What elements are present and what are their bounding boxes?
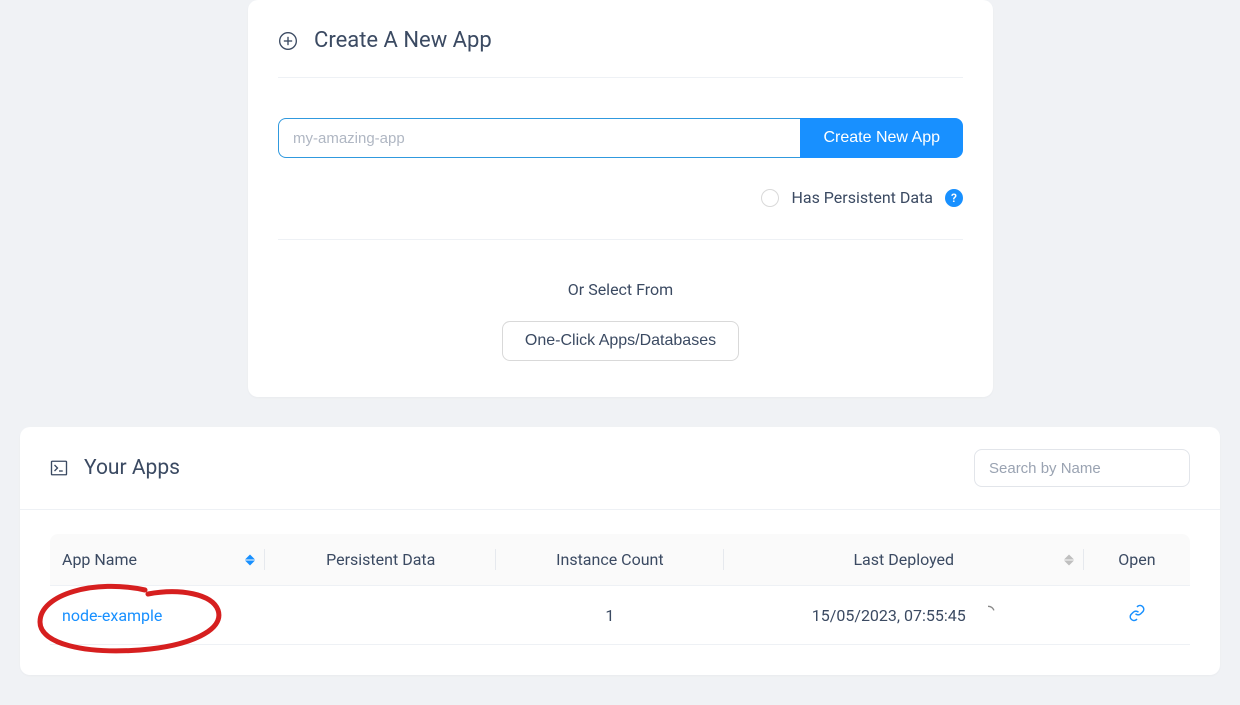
your-apps-header: Your Apps [20,427,1220,510]
col-persistent-data[interactable]: Persistent Data [265,534,496,586]
create-app-title: Create A New App [314,28,492,53]
oneclick-apps-button[interactable]: One-Click Apps/Databases [502,321,739,361]
cell-persistent [265,586,496,645]
col-instance-count-label: Instance Count [556,550,663,569]
sort-icon[interactable] [245,554,255,565]
search-input[interactable] [974,449,1190,487]
col-app-name[interactable]: App Name [50,534,265,586]
app-name-input[interactable] [278,118,800,158]
plus-circle-icon [278,31,298,51]
deployed-timestamp: 15/05/2023, 07:55:45 [812,606,966,625]
col-last-deployed-label: Last Deployed [853,550,954,569]
help-icon[interactable]: ? [945,189,963,207]
table-row: node-example 1 15/05/2023, 07:55:45 [50,586,1190,645]
app-name-link[interactable]: node-example [62,606,162,625]
your-apps-title: Your Apps [84,456,180,480]
cell-open [1084,586,1190,645]
col-last-deployed[interactable]: Last Deployed [724,534,1084,586]
your-apps-card: Your Apps App Name Persistent Data [20,427,1220,675]
loading-spinner-icon [980,605,996,625]
col-persistent-data-label: Persistent Data [326,550,435,569]
open-link-icon[interactable] [1128,604,1146,622]
sort-icon[interactable] [1064,554,1074,565]
terminal-icon [50,459,68,477]
or-select-label: Or Select From [278,280,963,299]
cell-instances: 1 [496,586,724,645]
apps-table-wrapper: App Name Persistent Data Instance Count [20,510,1220,675]
create-app-header: Create A New App [278,28,963,78]
col-instance-count[interactable]: Instance Count [496,534,724,586]
create-app-input-row: Create New App [278,118,963,158]
persistent-data-row: Has Persistent Data ? [278,188,963,240]
col-open-label: Open [1118,550,1155,569]
persistent-data-label: Has Persistent Data [791,188,933,207]
apps-table: App Name Persistent Data Instance Count [50,534,1190,645]
create-app-button[interactable]: Create New App [800,118,963,158]
create-app-card: Create A New App Create New App Has Pers… [248,0,993,397]
col-app-name-label: App Name [62,550,137,569]
cell-deployed: 15/05/2023, 07:55:45 [724,586,1084,645]
your-apps-header-left: Your Apps [50,456,180,480]
col-open: Open [1084,534,1190,586]
persistent-data-radio[interactable] [761,189,779,207]
oneclick-row: One-Click Apps/Databases [278,321,963,361]
